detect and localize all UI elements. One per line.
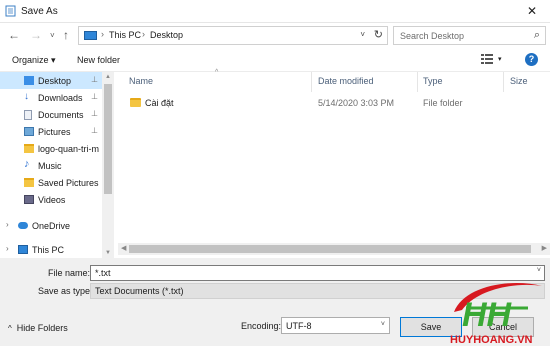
hide-folders-button[interactable]: ^ Hide Folders xyxy=(8,323,68,333)
encoding-select[interactable]: UTF-8 ˅ xyxy=(281,317,390,334)
scrollbar-thumb[interactable] xyxy=(104,84,112,194)
column-header-type[interactable]: Type xyxy=(423,76,443,86)
onedrive-icon xyxy=(18,222,28,229)
svg-text:HUYHOANG.VN: HUYHOANG.VN xyxy=(450,334,533,346)
breadcrumb-this-pc[interactable]: This PC xyxy=(109,30,141,40)
breadcrumb-separator[interactable]: › xyxy=(142,29,145,39)
filename-value: *.txt xyxy=(95,268,111,278)
column-header-name[interactable]: Name xyxy=(129,76,153,86)
sidebar-item-desktop[interactable]: Desktop ⊥ xyxy=(0,72,102,89)
organize-button[interactable]: Organize ▾ xyxy=(12,55,56,66)
column-divider[interactable] xyxy=(311,72,312,92)
svg-text:HH: HH xyxy=(462,296,513,334)
refresh-icon[interactable]: ↻ xyxy=(374,28,383,41)
folder-icon xyxy=(24,144,34,153)
title-bar: Save As ✕ xyxy=(0,0,550,23)
column-divider[interactable] xyxy=(503,72,504,92)
file-list: ^ Name Date modified Type Size Cài đặt 5… xyxy=(118,69,550,258)
computer-icon xyxy=(18,245,28,254)
music-icon: ♪ xyxy=(24,158,30,170)
scroll-down-icon[interactable]: ▼ xyxy=(105,250,111,256)
savetype-label: Save as type: xyxy=(38,286,93,296)
sidebar-item-label: Documents xyxy=(38,110,84,120)
hide-folders-label: Hide Folders xyxy=(16,323,68,333)
scrollbar-thumb[interactable] xyxy=(129,245,531,253)
sidebar-item-music[interactable]: ♪ Music xyxy=(0,157,102,174)
file-type: File folder xyxy=(423,98,463,108)
close-icon[interactable]: ✕ xyxy=(514,0,550,23)
sidebar-item-label: Pictures xyxy=(38,127,71,137)
sidebar-scrollbar[interactable]: ▲ ▼ xyxy=(102,72,114,258)
sidebar-item-label: Downloads xyxy=(38,93,83,103)
list-item[interactable]: Cài đặt 5/14/2020 3:03 PM File folder xyxy=(118,94,550,112)
file-name: Cài đặt xyxy=(145,98,174,108)
recent-locations-icon[interactable]: ˅ xyxy=(50,29,55,43)
column-header-size[interactable]: Size xyxy=(510,76,528,86)
sidebar-item-label: This PC xyxy=(32,245,65,255)
pin-icon[interactable]: ⊥ xyxy=(91,109,98,118)
savetype-value: Text Documents (*.txt) xyxy=(95,286,184,296)
desktop-icon xyxy=(24,76,34,85)
chevron-up-icon: ^ xyxy=(8,324,12,333)
back-icon[interactable]: ← xyxy=(8,28,20,42)
column-header-date[interactable]: Date modified xyxy=(318,76,374,86)
sidebar-item-label: Saved Pictures xyxy=(38,178,99,188)
command-toolbar: Organize ▾ New folder ▾ ? xyxy=(0,48,550,72)
encoding-label: Encoding: xyxy=(241,321,282,331)
scroll-up-icon[interactable]: ▲ xyxy=(105,74,111,80)
up-icon[interactable]: ↑ xyxy=(63,28,69,42)
filename-label: File name: xyxy=(48,268,91,278)
sidebar-item-logo-quan-tri[interactable]: logo-quan-tri-m xyxy=(0,140,102,157)
pin-icon[interactable]: ⊥ xyxy=(91,92,98,101)
expand-icon[interactable]: › xyxy=(6,220,9,229)
navigation-pane: Desktop ⊥ ↓ Downloads ⊥ Documents ⊥ Pict… xyxy=(0,72,114,258)
scroll-right-icon[interactable]: ▶ xyxy=(542,244,547,252)
chevron-down-icon[interactable]: ˅ xyxy=(360,30,365,39)
pin-icon[interactable]: ⊥ xyxy=(91,75,98,84)
horizontal-scrollbar[interactable]: ◀ ▶ xyxy=(118,243,550,255)
computer-icon xyxy=(84,31,97,40)
watermark-logo: HH HUYHOANG.VN xyxy=(450,283,542,346)
sidebar-item-onedrive[interactable]: › OneDrive xyxy=(0,217,102,234)
documents-icon xyxy=(24,110,32,120)
view-options-icon[interactable] xyxy=(481,54,493,67)
scroll-left-icon[interactable]: ◀ xyxy=(121,244,126,252)
search-input[interactable]: Search Desktop ⌕ xyxy=(393,26,546,45)
new-folder-button[interactable]: New folder xyxy=(77,55,120,65)
sidebar-item-saved-pictures[interactable]: Saved Pictures xyxy=(0,174,102,191)
expand-icon[interactable]: › xyxy=(6,244,9,253)
view-dropdown-icon[interactable]: ▾ xyxy=(498,55,502,63)
folder-icon xyxy=(130,98,141,107)
forward-icon[interactable]: → xyxy=(30,28,42,42)
videos-icon xyxy=(24,195,34,204)
sort-indicator-icon: ^ xyxy=(215,69,219,76)
breadcrumb-desktop[interactable]: Desktop xyxy=(150,30,183,40)
sidebar-item-documents[interactable]: Documents ⊥ xyxy=(0,106,102,123)
sidebar-item-label: Music xyxy=(38,161,62,171)
window-title: Save As xyxy=(21,6,58,17)
file-date: 5/14/2020 3:03 PM xyxy=(318,98,395,108)
column-divider[interactable] xyxy=(417,72,418,92)
chevron-down-icon: ˅ xyxy=(380,321,385,328)
pictures-icon xyxy=(24,127,34,136)
sidebar-item-label: logo-quan-tri-m xyxy=(38,144,100,154)
search-icon: ⌕ xyxy=(533,29,540,41)
sidebar-item-videos[interactable]: Videos xyxy=(0,191,102,208)
folder-icon xyxy=(24,178,34,187)
navigation-bar: ← → ˅ ↑ › This PC › Desktop ˅ ↻ Search D… xyxy=(0,23,550,48)
help-icon[interactable]: ? xyxy=(525,53,538,66)
address-bar[interactable]: › This PC › Desktop ˅ ↻ xyxy=(78,26,388,45)
encoding-value: UTF-8 xyxy=(286,321,312,331)
sidebar-item-label: OneDrive xyxy=(32,221,71,231)
notepad-icon xyxy=(5,5,16,17)
sidebar-item-label: Videos xyxy=(38,195,66,205)
pin-icon[interactable]: ⊥ xyxy=(91,126,98,135)
sidebar-item-pictures[interactable]: Pictures ⊥ xyxy=(0,123,102,140)
search-placeholder: Search Desktop xyxy=(400,31,465,41)
download-icon: ↓ xyxy=(24,91,29,102)
breadcrumb-separator[interactable]: › xyxy=(101,29,104,39)
sidebar-item-this-pc[interactable]: › This PC xyxy=(0,241,102,258)
sidebar-item-downloads[interactable]: ↓ Downloads ⊥ xyxy=(0,89,102,106)
sidebar-item-label: Desktop xyxy=(38,76,72,86)
